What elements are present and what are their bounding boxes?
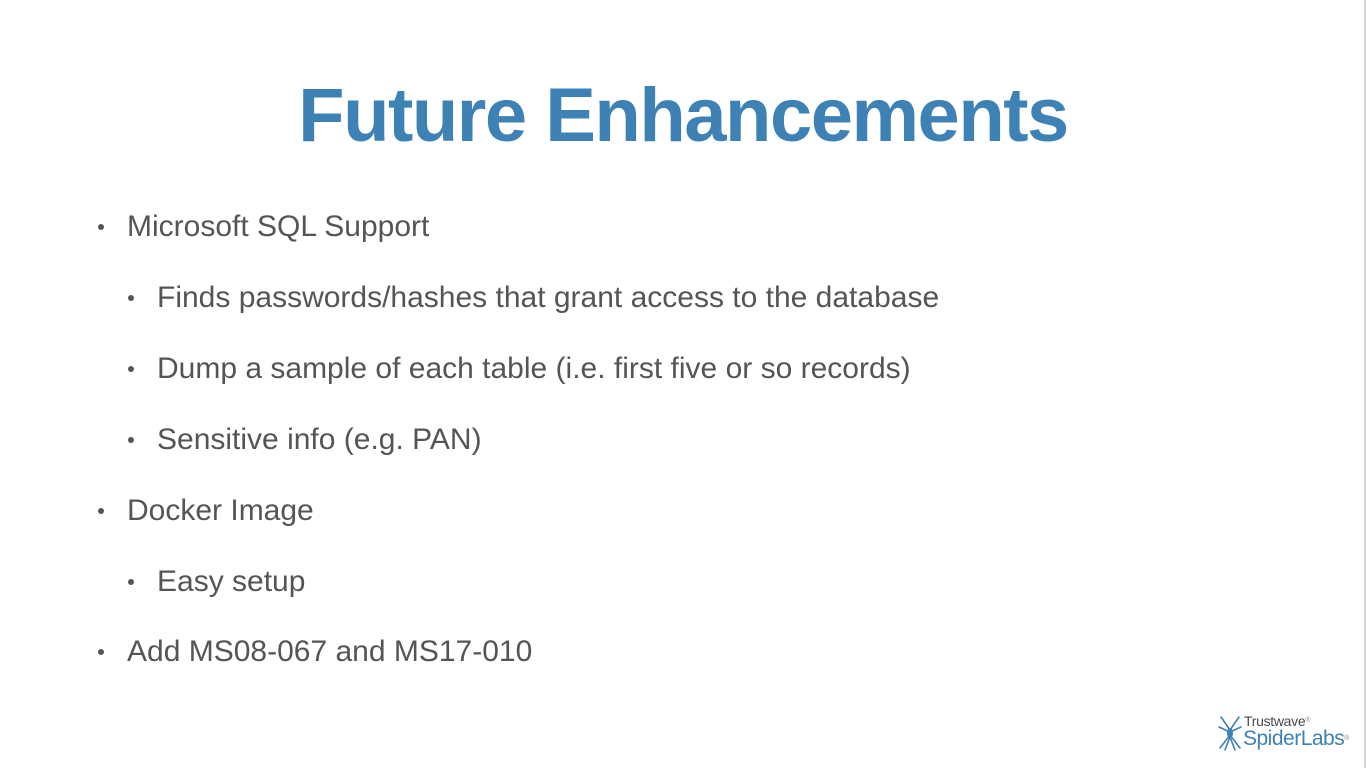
bullet-item: Microsoft SQL Support <box>98 209 430 245</box>
bullet-dot <box>98 649 104 655</box>
bullet-dot <box>128 579 134 585</box>
trustwave-spiderlabs-logo: Trustwave® SpiderLabs® <box>1217 713 1353 753</box>
bullet-dot <box>128 366 134 372</box>
slide: Future Enhancements Microsoft SQL Suppor… <box>0 0 1366 768</box>
sub-bullet-item: Easy setup <box>128 564 306 600</box>
bullet-dot <box>128 437 134 443</box>
bullet-text: Sensitive info (e.g. PAN) <box>157 423 482 456</box>
bullet-dot <box>98 224 104 230</box>
slide-title: Future Enhancements <box>298 73 1069 158</box>
sub-bullet-item: Sensitive info (e.g. PAN) <box>128 422 482 458</box>
bullet-text: Docker Image <box>127 494 314 527</box>
bullet-text: Add MS08-067 and MS17-010 <box>127 635 533 668</box>
bullet-text: Finds passwords/hashes that grant access… <box>157 281 940 314</box>
sub-bullet-item: Dump a sample of each table (i.e. first … <box>128 351 911 387</box>
sub-bullet-item: Finds passwords/hashes that grant access… <box>128 280 940 316</box>
bullet-text: Microsoft SQL Support <box>127 210 430 243</box>
bullet-dot <box>128 295 134 301</box>
bullet-dot <box>98 508 104 514</box>
brand-name-bottom: SpiderLabs® <box>1243 727 1349 750</box>
spider-icon <box>1218 716 1242 751</box>
bullet-text: Dump a sample of each table (i.e. first … <box>157 352 911 385</box>
bullet-text: Easy setup <box>157 565 306 598</box>
bullet-item: Add MS08-067 and MS17-010 <box>98 634 533 670</box>
bullet-item: Docker Image <box>98 493 314 529</box>
